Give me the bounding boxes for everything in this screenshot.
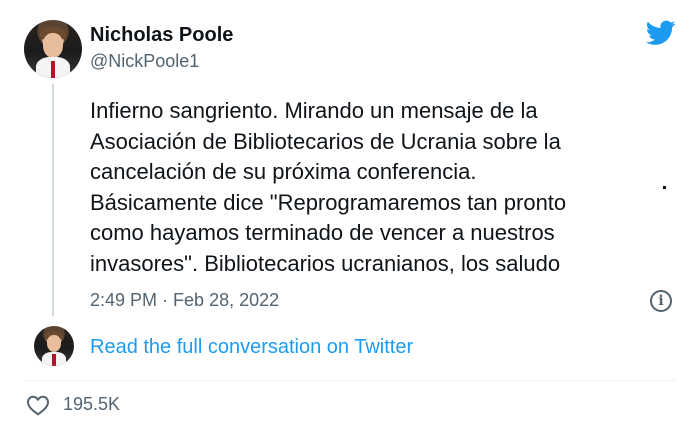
author-name[interactable]: Nicholas Poole (90, 24, 233, 47)
author-handle[interactable]: @NickPoole1 (90, 51, 199, 72)
info-icon[interactable]: i (650, 290, 672, 312)
meta-separator: · (157, 290, 174, 310)
author-avatar[interactable] (24, 20, 82, 78)
tweet-line: Infierno sangriento. Mirando un mensaje … (90, 98, 538, 123)
tweet-line: Asociación de Bibliotecarios de Ucrania … (90, 128, 561, 154)
conversation-avatar[interactable] (34, 326, 74, 366)
thread-line (52, 84, 54, 316)
divider (24, 380, 676, 381)
like-count[interactable]: 195.5K (63, 394, 120, 415)
twitter-bird-icon[interactable] (646, 20, 676, 46)
tweet-text: Infierno sangriento. Mirando un mensaje … (90, 96, 680, 279)
tweet-line: cancelación de su próxima conferencia. (90, 159, 477, 184)
tweet-date: Feb 28, 2022 (173, 290, 280, 310)
tweet-line: Básicamente dice "Reprogramaremos tan pr… (90, 189, 567, 215)
stray-dot (663, 186, 666, 189)
tweet-timestamp[interactable]: 2:49 PM · Feb 28, 2022 (90, 290, 279, 311)
read-full-conversation-link[interactable]: Read the full conversation on Twitter (90, 336, 413, 359)
tweet-time: 2:49 PM (90, 290, 158, 310)
heart-icon[interactable] (26, 394, 50, 416)
tweet-line: invasores". Bibliotecarios ucranianos, l… (90, 250, 561, 276)
tweet-line: como hayamos terminado de vencer a nuest… (90, 220, 555, 245)
